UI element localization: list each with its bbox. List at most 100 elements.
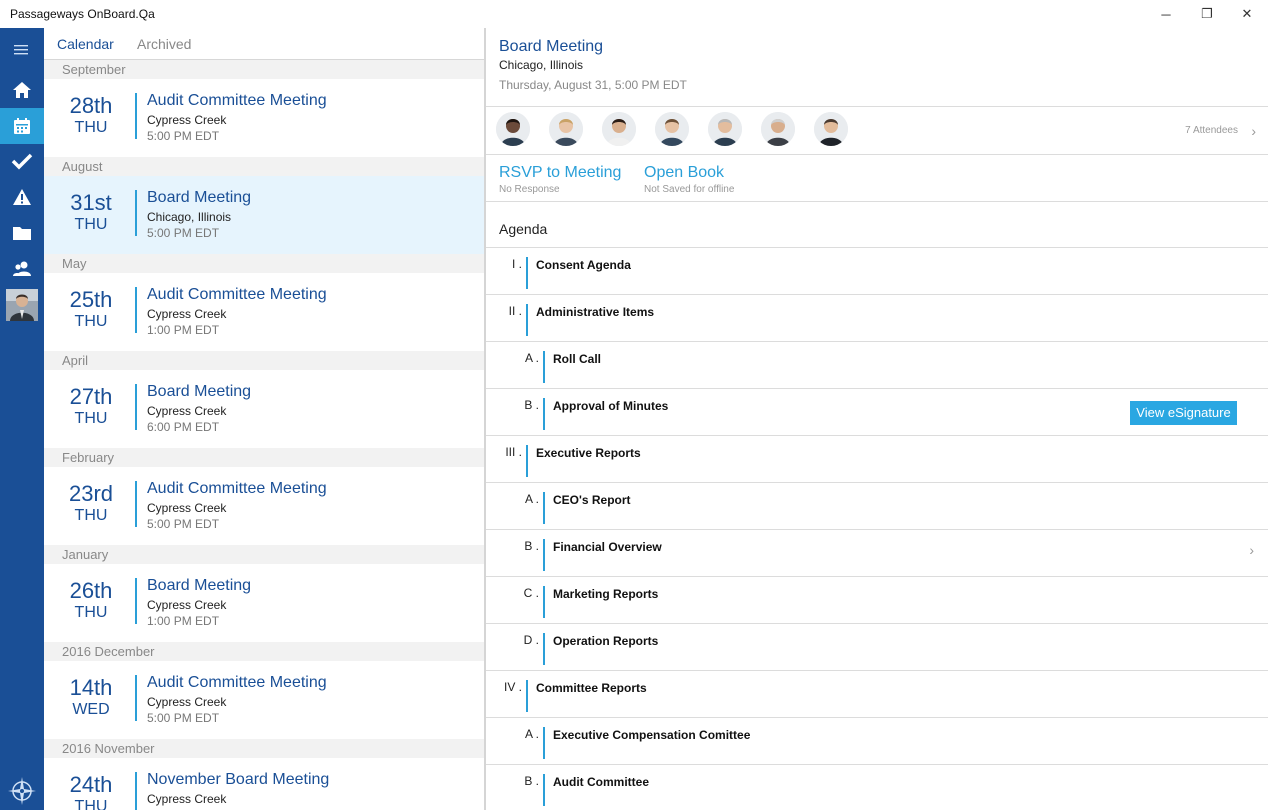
- month-header: 2016 November: [44, 739, 484, 758]
- meeting-location: Cypress Creek: [147, 695, 227, 709]
- close-button[interactable]: ✕: [1227, 0, 1267, 28]
- meeting-item[interactable]: 26th THU Board Meeting Cypress Creek 1:00 PM…: [44, 564, 484, 642]
- agenda-label: Administrative Items: [536, 305, 655, 319]
- attendee-avatar[interactable]: [655, 112, 689, 146]
- meeting-location: Cypress Creek: [147, 404, 227, 418]
- agenda-item[interactable]: B . Approval of Minutes View eSignature: [486, 388, 1268, 435]
- folder-icon[interactable]: [0, 215, 44, 251]
- agenda-accent-bar: [526, 304, 528, 336]
- month-header: August: [44, 157, 484, 176]
- accent-bar: [135, 384, 137, 430]
- meeting-weekday: THU: [74, 604, 108, 621]
- meeting-weekday: THU: [74, 216, 108, 233]
- month-header: 2016 December: [44, 642, 484, 661]
- agenda-item[interactable]: B . Audit Committee: [486, 764, 1268, 810]
- meeting-item[interactable]: 28th THU Audit Committee Meeting Cypress Cr…: [44, 79, 484, 157]
- agenda-item[interactable]: IV . Committee Reports: [486, 670, 1268, 717]
- attendee-avatar[interactable]: [761, 112, 795, 146]
- book-status: Not Saved for offline: [644, 184, 735, 195]
- attendees-count[interactable]: 7 Attendees: [1185, 125, 1238, 136]
- meeting-name: Audit Committee Meeting: [147, 286, 327, 303]
- agenda-number: II .: [508, 304, 522, 318]
- tab-bar: Calendar Archived: [44, 28, 484, 60]
- attendee-avatar[interactable]: [814, 112, 848, 146]
- agenda-accent-bar: [543, 539, 545, 571]
- agenda-item[interactable]: A . Executive Compensation Comittee: [486, 717, 1268, 764]
- warning-icon[interactable]: [0, 179, 44, 215]
- agenda-item[interactable]: III . Executive Reports: [486, 435, 1268, 482]
- meeting-item[interactable]: 31st THU Board Meeting Chicago, Illinois 5:0…: [44, 176, 484, 254]
- open-book-button[interactable]: Open Book: [644, 164, 734, 182]
- agenda-item[interactable]: I . Consent Agenda: [486, 247, 1268, 294]
- tab-archived[interactable]: Archived: [137, 36, 191, 52]
- meeting-weekday: THU: [74, 313, 108, 330]
- rsvp-action[interactable]: RSVP to Meeting No Response: [499, 164, 621, 195]
- meeting-day: 31st: [70, 190, 112, 215]
- agenda-heading: Agenda: [499, 221, 548, 237]
- calendar-icon[interactable]: [0, 108, 44, 144]
- rsvp-button[interactable]: RSVP to Meeting: [499, 164, 621, 182]
- accent-bar: [135, 93, 137, 139]
- agenda-label: Consent Agenda: [536, 258, 631, 272]
- restore-button[interactable]: ❐: [1187, 0, 1227, 28]
- attendee-avatar[interactable]: [549, 112, 583, 146]
- chevron-right-icon[interactable]: ›: [1249, 542, 1254, 558]
- home-icon[interactable]: [0, 72, 44, 108]
- agenda-item[interactable]: A . Roll Call: [486, 341, 1268, 388]
- meeting-item[interactable]: 24th THU November Board Meeting Cypress Cre…: [44, 758, 484, 810]
- sidebar-nav: [0, 28, 44, 810]
- agenda-accent-bar: [526, 680, 528, 712]
- agenda-number: D .: [523, 633, 539, 647]
- agenda-item[interactable]: D . Operation Reports: [486, 623, 1268, 670]
- detail-datetime: Thursday, August 31, 5:00 PM EDT: [499, 78, 687, 92]
- month-header: May: [44, 254, 484, 273]
- meeting-name: Board Meeting: [147, 189, 252, 206]
- meeting-item[interactable]: 25th THU Audit Committee Meeting Cypress Cr…: [44, 273, 484, 351]
- meeting-location: Cypress Creek: [147, 307, 227, 321]
- agenda-item[interactable]: B . Financial Overview ›: [486, 529, 1268, 576]
- agenda-label: Operation Reports: [553, 634, 659, 648]
- meeting-day: 14th: [69, 675, 113, 700]
- agenda-accent-bar: [543, 492, 545, 524]
- agenda-item[interactable]: II . Administrative Items: [486, 294, 1268, 341]
- agenda-item[interactable]: A . CEO's Report: [486, 482, 1268, 529]
- meeting-name: Audit Committee Meeting: [147, 480, 327, 497]
- detail-location: Chicago, Illinois: [499, 58, 584, 72]
- tab-calendar[interactable]: Calendar: [57, 36, 114, 52]
- agenda-accent-bar: [526, 445, 528, 477]
- check-icon[interactable]: [0, 143, 44, 179]
- month-header: January: [44, 545, 484, 564]
- meeting-name: Audit Committee Meeting: [147, 674, 327, 691]
- attendee-avatar[interactable]: [496, 112, 530, 146]
- agenda-label: Marketing Reports: [553, 587, 659, 601]
- agenda-label: Audit Committee: [553, 775, 649, 789]
- divider: [486, 106, 1268, 107]
- meeting-weekday: THU: [74, 798, 108, 810]
- view-esignature-button[interactable]: View eSignature: [1130, 401, 1237, 425]
- menu-icon[interactable]: [0, 32, 44, 68]
- meeting-weekday: THU: [74, 119, 108, 136]
- open-book-action[interactable]: Open Book Not Saved for offline: [644, 164, 734, 195]
- agenda-item[interactable]: C . Marketing Reports: [486, 576, 1268, 623]
- chevron-right-icon[interactable]: ›: [1251, 123, 1256, 139]
- agenda-number: C .: [523, 586, 539, 600]
- people-icon[interactable]: [0, 251, 44, 287]
- meeting-day: 24th: [69, 772, 113, 797]
- meeting-location: Cypress Creek: [147, 598, 227, 612]
- meeting-item[interactable]: 27th THU Board Meeting Cypress Creek 6:00 PM…: [44, 370, 484, 448]
- accent-bar: [135, 578, 137, 624]
- title-bar: Passageways OnBoard.Qa ─ ❐ ✕: [0, 0, 1268, 28]
- agenda-label: Committee Reports: [536, 681, 647, 695]
- attendee-avatar[interactable]: [602, 112, 636, 146]
- accent-bar: [135, 772, 137, 810]
- user-avatar[interactable]: [0, 288, 44, 322]
- meeting-list: September 28th THU Audit Committee Meeting C…: [44, 60, 484, 810]
- meeting-item[interactable]: 14th WED Audit Committee Meeting Cypress Cr…: [44, 661, 484, 739]
- divider: [486, 154, 1268, 155]
- meeting-item[interactable]: 23rd THU Audit Committee Meeting Cypress Cr…: [44, 467, 484, 545]
- meeting-time: 5:00 PM EDT: [147, 711, 220, 725]
- attendee-avatar[interactable]: [708, 112, 742, 146]
- minimize-button[interactable]: ─: [1146, 0, 1186, 28]
- meeting-location: Cypress Creek: [147, 113, 227, 127]
- meeting-day: 26th: [69, 578, 113, 603]
